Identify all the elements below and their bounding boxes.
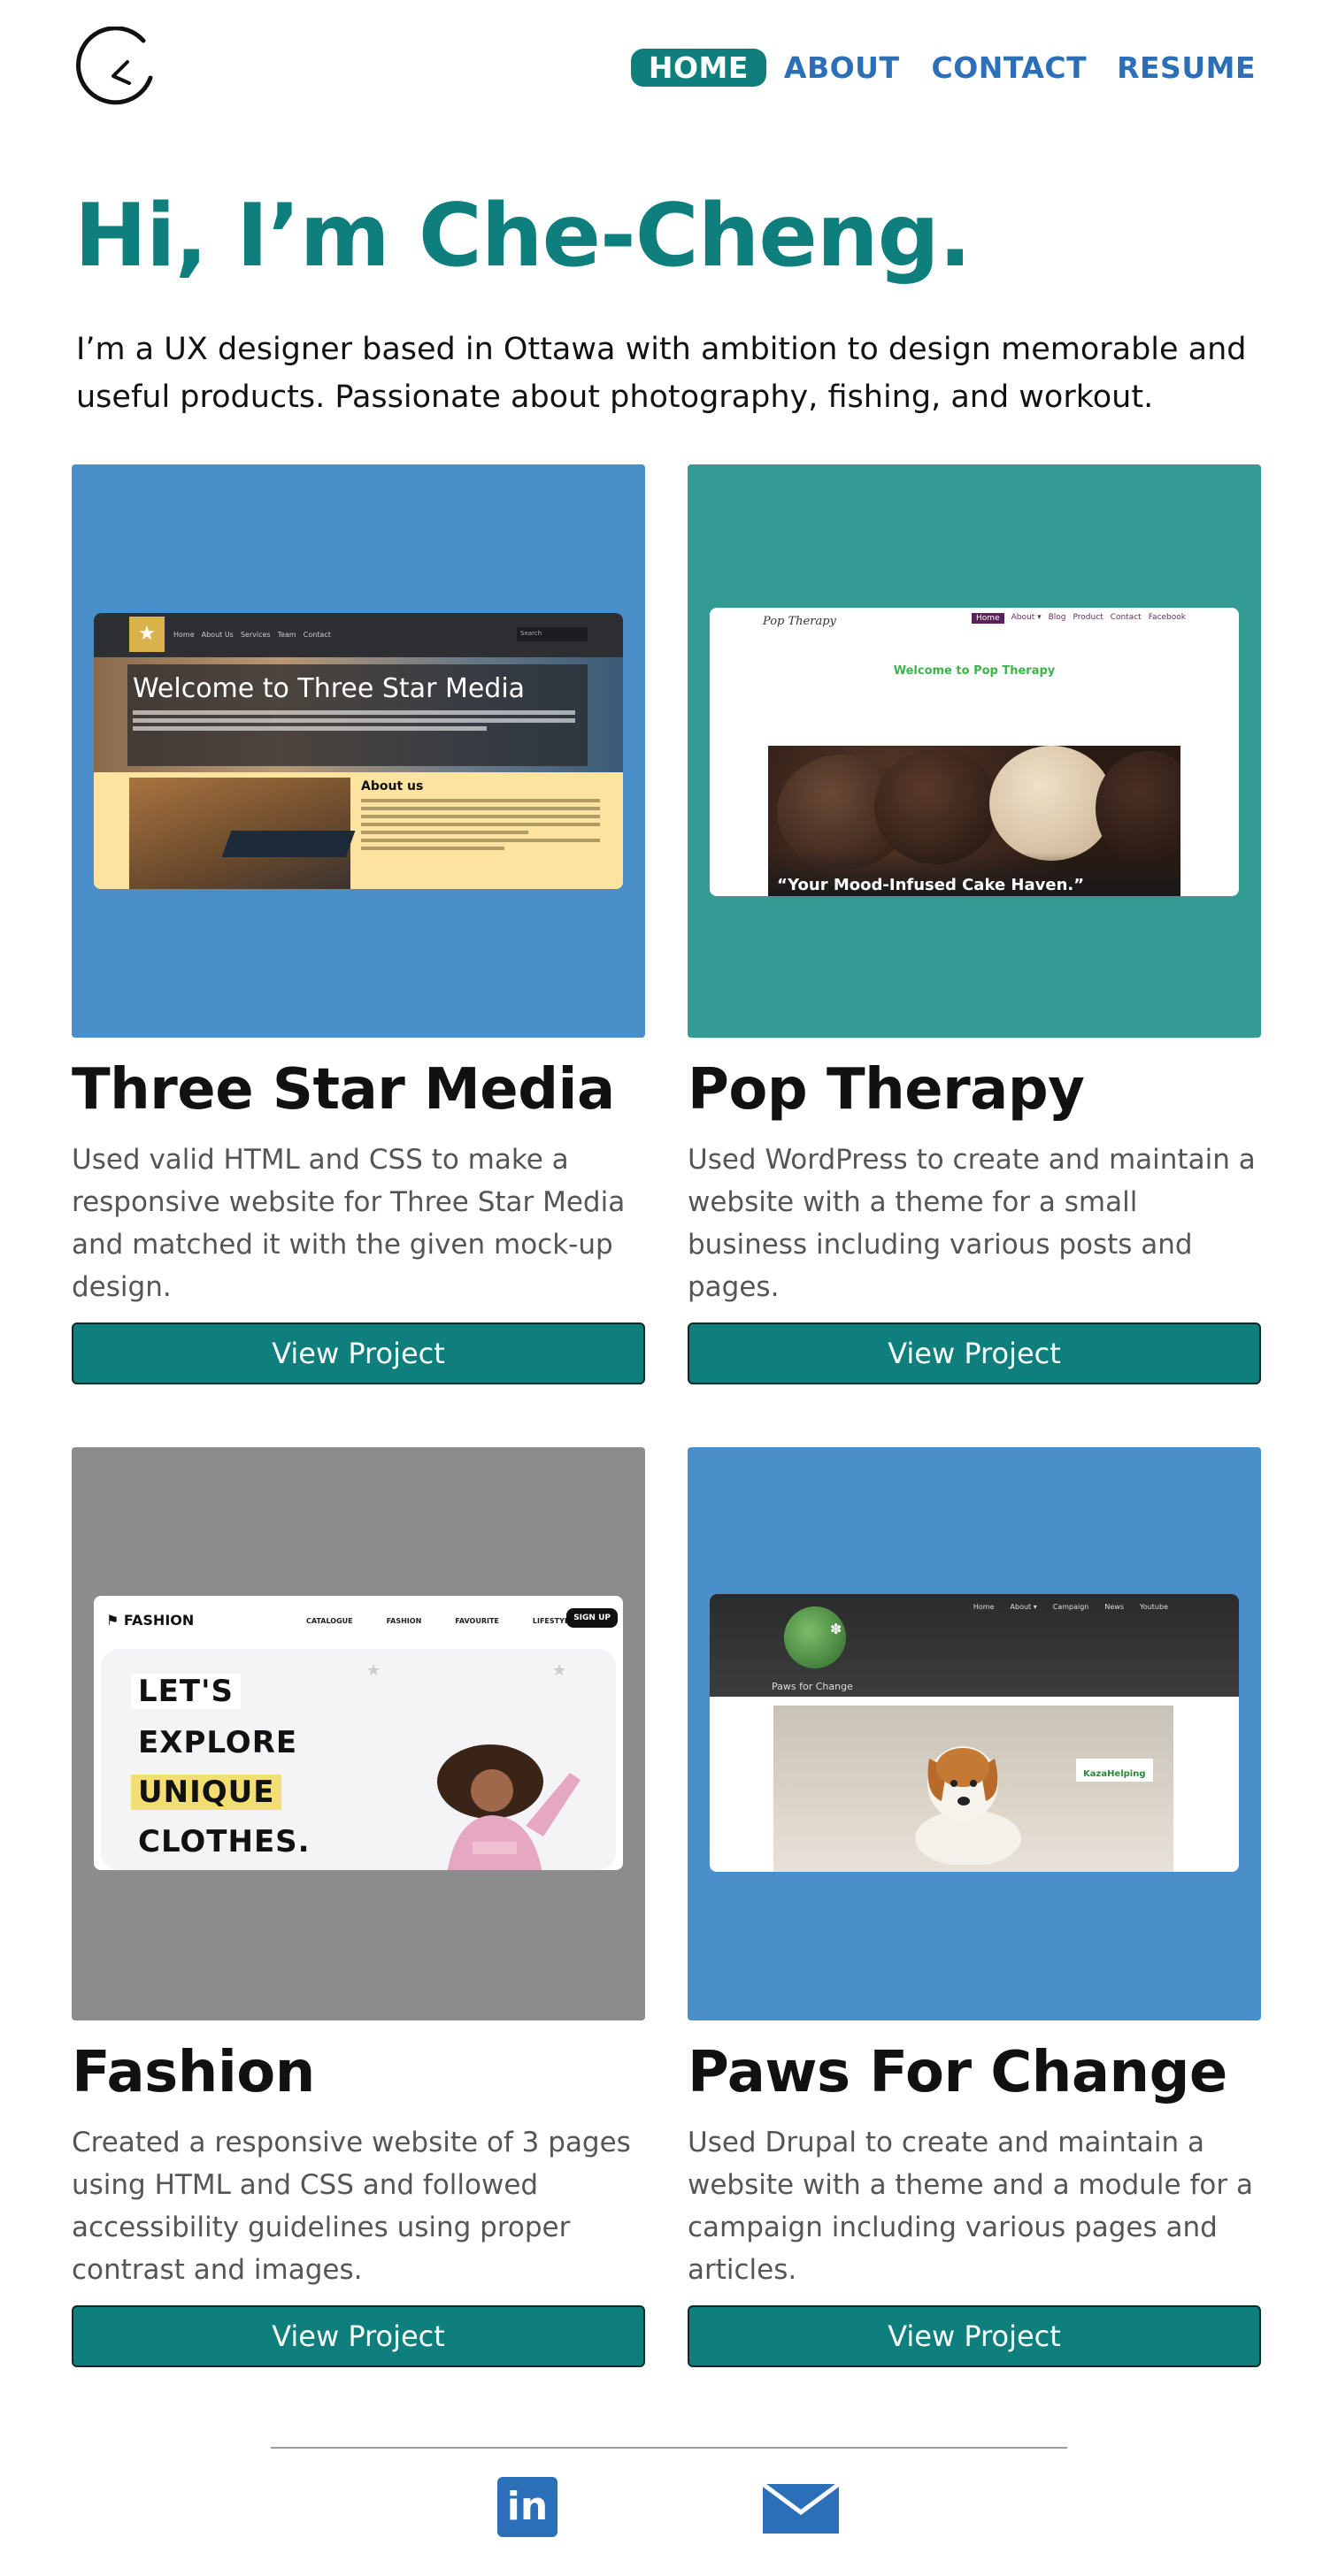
preview-nav-item: Team [277,631,296,639]
website-preview: ✽ Paws for Change Home About ▾ Campaign … [710,1594,1239,1872]
nav-resume-link[interactable]: RESUME [1117,50,1256,85]
star-logo-icon: ★ [129,617,165,652]
preview-welcome-text: Welcome to Pop Therapy [893,664,1056,678]
preview-signup-button: SIGN UP [566,1608,618,1628]
preview-nav-item: Services [240,631,271,639]
project-description: Used WordPress to create and maintain a … [688,1144,1256,1303]
project-card-paws-for-change: ✽ Paws for Change Home About ▾ Campaign … [688,1447,1261,2367]
preview-nav-item: About Us [201,631,234,639]
preview-nav-item: Facebook [1148,613,1186,622]
preview-nav-item: Youtube [1140,1603,1168,1611]
preview-headline-line: UNIQUE [131,1775,282,1810]
project-card-pop-therapy: Pop Therapy Home About ▾ Blog Product Co… [688,464,1261,1384]
preview-headline-line: CLOTHES. [138,1824,311,1859]
project-description: Used Drupal to create and maintain a web… [688,2127,1253,2286]
view-project-button[interactable]: View Project [72,1322,645,1384]
project-description: Created a responsive website of 3 pages … [72,2127,631,2286]
hero-title: Hi, I’m Che-Cheng. [74,186,972,287]
paw-leaf-logo-icon [784,1606,846,1668]
mail-icon[interactable] [763,2484,839,2534]
website-preview: ⚑ FASHION CATALOGUE FASHION FAVOURITE LI… [94,1596,623,1870]
preview-nav-item: Home [972,613,1004,624]
linkedin-icon[interactable]: in [497,2477,558,2537]
project-description: Used valid HTML and CSS to make a respon… [72,1144,626,1303]
nav-contact-link[interactable]: CONTACT [931,50,1087,85]
preview-nav-item: Home [173,631,195,639]
preview-badge: KazaHelping [1076,1759,1153,1782]
view-project-button[interactable]: View Project [688,1322,1261,1384]
website-preview: Pop Therapy Home About ▾ Blog Product Co… [710,608,1239,896]
project-title: Three Star Media [72,1057,615,1123]
preview-section-title: About us [361,779,424,794]
preview-nav-item: FAVOURITE [455,1617,499,1625]
preview-headline-line: EXPLORE [138,1725,298,1760]
preview-nav-item: Contact [303,631,331,639]
preview-nav-item: News [1104,1603,1124,1611]
preview-nav-item: Product [1073,613,1103,622]
project-title: Pop Therapy [688,1057,1085,1123]
preview-tagline: Paws for Change [772,1681,853,1692]
preview-search: Search [517,627,588,641]
project-title: Paws For Change [688,2040,1227,2105]
project-card-three-star-media: ★ Home About Us Services Team Contact Se… [72,464,645,1384]
model-photo [437,1744,581,1870]
view-project-button[interactable]: View Project [688,2305,1261,2367]
preview-nav-item: Blog [1048,613,1066,622]
preview-nav-item: Home [973,1603,995,1611]
preview-logo: ⚑ FASHION [106,1612,195,1629]
preview-nav-item: FASHION [386,1617,422,1625]
preview-caption: “Your Mood-Infused Cake Haven.” [777,876,1085,894]
preview-nav-item: CATALOGUE [306,1617,353,1625]
project-title: Fashion [72,2040,315,2105]
project-thumbnail[interactable]: Pop Therapy Home About ▾ Blog Product Co… [688,464,1261,1038]
footer-divider [271,2447,1067,2449]
preview-logo: Pop Therapy [763,615,836,628]
nav-about-link[interactable]: ABOUT [784,50,900,85]
project-card-fashion: ⚑ FASHION CATALOGUE FASHION FAVOURITE LI… [72,1447,645,2367]
project-thumbnail[interactable]: ✽ Paws for Change Home About ▾ Campaign … [688,1447,1261,2020]
main-nav: HOME ABOUT CONTACT RESUME [630,49,1256,87]
clock-logo-icon[interactable] [74,27,156,115]
view-project-button[interactable]: View Project [72,2305,645,2367]
cake-photo: “Your Mood-Infused Cake Haven.” [768,746,1180,896]
project-thumbnail[interactable]: ⚑ FASHION CATALOGUE FASHION FAVOURITE LI… [72,1447,645,2020]
preview-headline-line: LET'S [131,1674,241,1709]
preview-nav-item: About ▾ [1011,613,1042,622]
paw-icon: ✽ [830,1621,842,1637]
preview-nav-item: Contact [1110,613,1142,622]
hero-subtitle: I’m a UX designer based in Ottawa with a… [76,332,1247,415]
preview-nav-item: About ▾ [1010,1603,1037,1611]
preview-nav-item: Campaign [1052,1603,1089,1611]
nav-home-link[interactable]: HOME [630,49,766,87]
puppy-photo: KazaHelping [773,1706,1173,1872]
preview-headline: Welcome to Three Star Media [133,673,526,704]
website-preview: ★ Home About Us Services Team Contact Se… [94,613,623,889]
project-thumbnail[interactable]: ★ Home About Us Services Team Contact Se… [72,464,645,1038]
